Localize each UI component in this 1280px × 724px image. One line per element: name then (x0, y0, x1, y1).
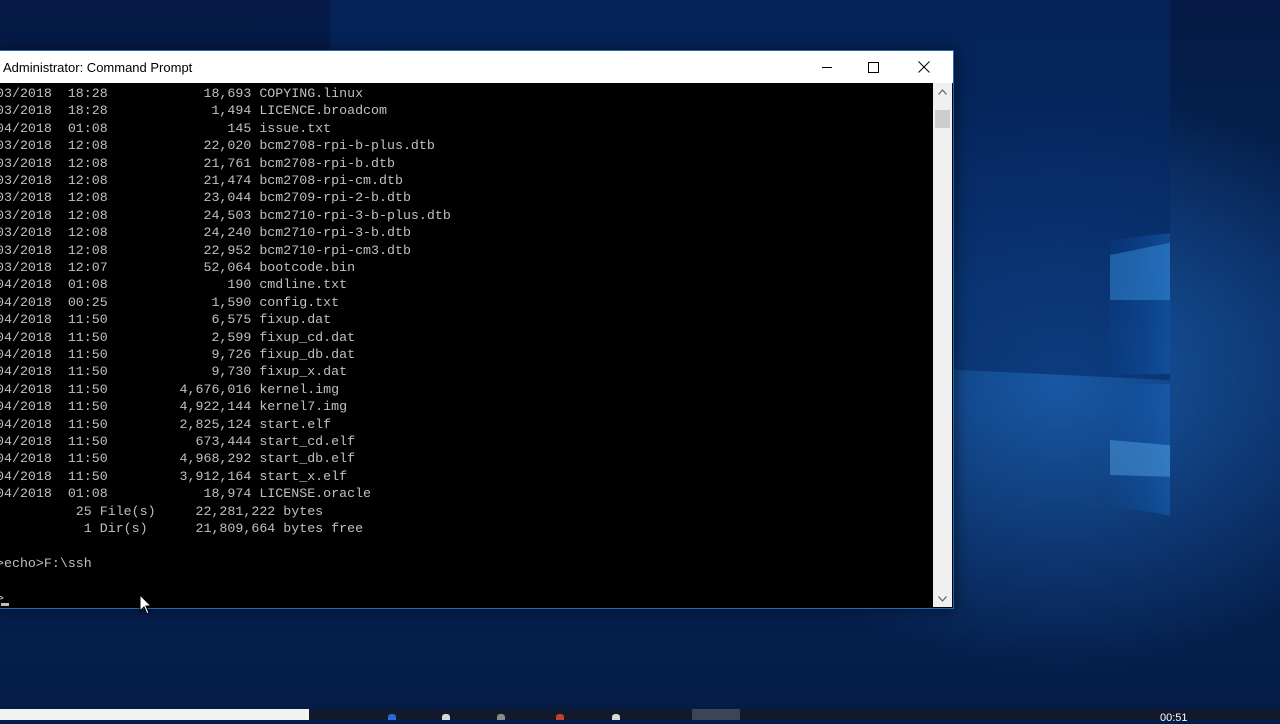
window-title: Administrator: Command Prompt (3, 60, 193, 75)
console-line: 03/2018 18:28 18,693 COPYING.linux (0, 86, 364, 101)
console-line: 04/2018 11:50 4,922,144 kernel7.img (0, 399, 348, 415)
console-line: 04/2018 11:50 2,825,124 start.elf (0, 416, 332, 432)
minimize-icon (821, 66, 832, 68)
console-line: 04/2018 01:08 18,974 LICENSE.oracle (0, 486, 372, 502)
chevron-up-icon (938, 88, 947, 95)
console-line: 04/2018 11:50 673,444 start_cd.elf (0, 434, 356, 449)
console-line: 04/2018 11:50 4,968,292 start_db.elf (0, 451, 356, 467)
console-line: 03/2018 12:08 21,474 bcm2708-rpi-cm.dtb (0, 173, 403, 188)
console-line: 04/2018 00:25 1,590 config.txt (0, 294, 340, 310)
mouse-pointer-icon (139, 593, 153, 621)
console-line: 04/2018 01:08 145 issue.txt (0, 120, 332, 136)
taskbar-active-app[interactable] (692, 709, 740, 720)
vertical-scrollbar[interactable] (933, 83, 952, 607)
console-line: 03/2018 12:07 52,064 bootcode.bin (0, 260, 356, 275)
taskbar: 00:51 (0, 709, 1280, 724)
console-line: 03/2018 18:28 1,494 LICENCE.broadcom (0, 103, 387, 119)
console-line: 04/2018 11:50 2,599 fixup_cd.dat (0, 329, 356, 345)
command-prompt-window[interactable]: Administrator: Command Prompt 03/2018 18… (0, 50, 954, 609)
title-bar[interactable]: Administrator: Command Prompt (0, 51, 953, 83)
console-line: >echo>F:\ssh (0, 555, 92, 571)
taskbar-app-icon[interactable] (556, 714, 564, 720)
console-line: 03/2018 12:08 22,020 bcm2708-rpi-b-plus.… (0, 138, 435, 154)
console-line: 03/2018 12:08 24,503 bcm2710-rpi-3-b-plu… (0, 207, 451, 223)
console-line: 03/2018 12:08 24,240 bcm2710-rpi-3-b.dtb (0, 225, 411, 241)
maximize-button[interactable] (850, 51, 896, 83)
minimize-button[interactable] (804, 51, 850, 83)
maximize-icon (867, 61, 879, 73)
taskbar-search-box[interactable] (0, 709, 309, 720)
taskbar-app-icon[interactable] (442, 714, 450, 720)
scroll-up-button[interactable] (933, 83, 952, 100)
console-line: 1 Dir(s) 21,809,664 bytes free (0, 521, 364, 536)
close-icon (918, 61, 930, 73)
scroll-down-button[interactable] (933, 590, 952, 607)
console-line: 04/2018 11:50 9,726 fixup_db.dat (0, 347, 356, 362)
chevron-down-icon (938, 595, 947, 602)
console-line: > (0, 590, 4, 607)
console-line: 25 File(s) 22,281,222 bytes (0, 503, 324, 519)
taskbar-clock: 00:51 (1160, 712, 1188, 724)
console-line: 04/2018 11:50 4,676,016 kernel.img (0, 381, 340, 397)
scroll-thumb[interactable] (935, 110, 950, 128)
console-line: 04/2018 11:50 6,575 fixup.dat (0, 312, 332, 328)
taskbar-app-icon[interactable] (388, 714, 396, 720)
taskbar-app-icon[interactable] (497, 714, 505, 720)
close-button[interactable] (901, 51, 947, 83)
console-line: 04/2018 11:50 9,730 fixup_x.dat (0, 364, 348, 380)
console-line: 03/2018 12:08 22,952 bcm2710-rpi-cm3.dtb (0, 242, 411, 258)
console-line: 04/2018 11:50 3,912,164 start_x.elf (0, 468, 348, 484)
console-output[interactable]: 03/2018 18:28 18,693 COPYING.linux 03/201… (0, 83, 933, 607)
taskbar-app-icon[interactable] (612, 714, 620, 720)
console-line: 03/2018 12:08 23,044 bcm2709-rpi-2-b.dtb (0, 190, 411, 206)
console-line: 03/2018 12:08 21,761 bcm2708-rpi-b.dtb (0, 155, 395, 171)
console-line: 04/2018 01:08 190 cmdline.txt (0, 277, 348, 293)
